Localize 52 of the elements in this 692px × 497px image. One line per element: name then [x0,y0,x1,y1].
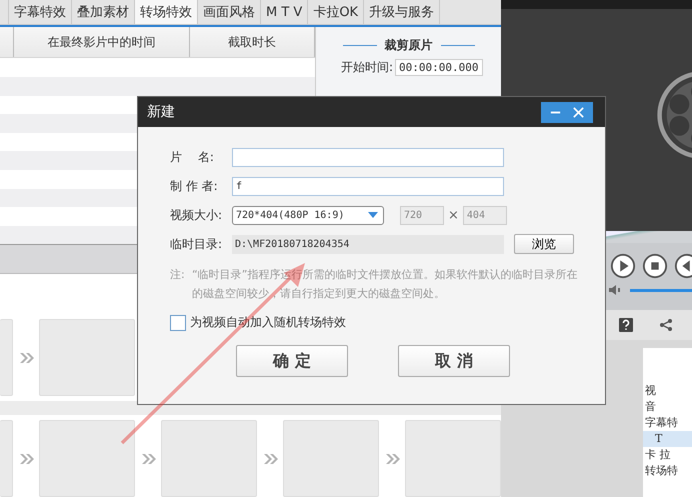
column-header: 在最终影片中的时间 [14,27,190,58]
tab[interactable]: 卡拉OK [308,0,364,24]
panel-title: 裁剪原片 [384,37,432,54]
field-label: 视频大小: [170,206,224,224]
share-icon[interactable] [659,318,673,332]
chevron-icon [19,352,35,364]
note-label: 注: [170,267,186,283]
field-label: 开始时间: [341,59,394,76]
thumbnail-slot[interactable] [405,420,501,497]
checkbox-label: 为视频自动加入随机转场特效 [190,314,346,331]
close-icon[interactable] [572,106,585,118]
size-dropdown[interactable]: 720*404(480P 16:9) [232,206,384,224]
author-field[interactable]: f [232,176,504,196]
tab[interactable]: M T V [261,0,308,24]
thumbnail-slot[interactable] [161,420,257,497]
stop-icon[interactable] [642,253,668,279]
chevron-icon [385,452,401,464]
directory-field[interactable]: D:\MF20180718204354 [232,234,504,254]
list-item[interactable]: 视 [643,383,692,399]
chevron-icon [263,452,279,464]
list-item[interactable]: 转场特 [643,463,692,479]
thumbnail-slot[interactable] [283,420,379,497]
time-field[interactable]: 00:00:00.000 [395,59,483,76]
dialog-title: 新建 [147,103,175,121]
tab[interactable]: 字幕特效 [9,0,72,24]
thumbnail-slot[interactable] [0,420,13,497]
checkbox[interactable] [170,314,186,330]
thumbnail-slot[interactable] [39,319,135,396]
cancel-button[interactable]: 取 消 [398,345,510,377]
thumbnail-slot[interactable] [0,319,13,396]
thumbnail-slot[interactable] [39,420,135,497]
field-label: 制 作 者: [170,178,219,194]
name-field[interactable] [232,148,504,166]
list-item[interactable]: 卡 拉 [643,447,692,463]
chevron-icon [141,452,157,464]
play-icon[interactable] [610,253,636,279]
list-item[interactable]: 音 [643,399,692,415]
list-item[interactable]: T [643,431,692,447]
dropdown-caret-icon [368,212,378,218]
field-label: 临时目录: [170,236,224,252]
help-icon[interactable] [619,318,633,332]
tab[interactable]: 转场特效 [135,0,198,24]
chevron-icon [19,452,35,464]
times-sign: × [448,208,459,222]
browse-button[interactable]: 浏览 [514,234,574,254]
list-item[interactable]: 字幕特 [643,415,692,431]
field-label: 片 名: [170,148,215,166]
tab[interactable]: 画面风格 [198,0,261,24]
column-header: 截取时长 [190,27,315,58]
ok-button[interactable]: 确 定 [236,345,348,377]
tab[interactable]: 升级与服务 [364,0,440,24]
volume-slider[interactable] [630,288,692,292]
